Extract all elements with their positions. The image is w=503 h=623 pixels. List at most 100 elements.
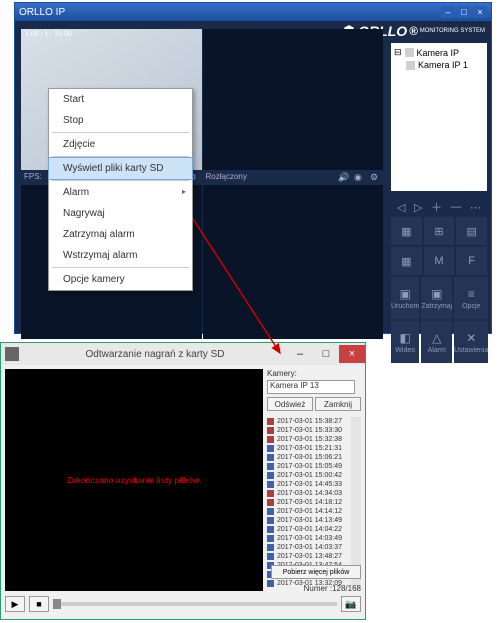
list-item[interactable]: 2017-03-01 15:21:31 (267, 444, 351, 453)
slider-thumb[interactable] (53, 599, 61, 609)
minimize-button[interactable]: – (441, 6, 455, 18)
record-icon[interactable]: ◉ (354, 172, 364, 182)
list-item[interactable]: 2017-03-01 13:48:27 (267, 552, 351, 561)
ctx-alarm[interactable]: Alarm (49, 182, 192, 203)
ctx-stop[interactable]: Stop (49, 110, 192, 131)
stop-button[interactable]: ▣Zatrzymaj (421, 277, 452, 319)
ctx-pause-alarm[interactable]: Wstrzymaj alarm (49, 245, 192, 266)
video-button[interactable]: ◧Wideo (391, 321, 419, 363)
sd-playback-window: Odtwarzanie nagrań z karty SD – □ × Zako… (0, 342, 366, 620)
context-menu: Start Stop Zdjęcie Wyświetl pliki karty … (48, 88, 193, 291)
maximize-button[interactable]: □ (457, 6, 471, 18)
playback-preview[interactable]: Zakończono uzyskanie listy plików. (5, 369, 263, 591)
zoom-in-icon[interactable]: ＋ (431, 199, 442, 215)
file-icon (267, 508, 274, 515)
stop-playback-button[interactable]: ■ (29, 596, 49, 612)
ctx-stop-alarm[interactable]: Zatrzymaj alarm (49, 224, 192, 245)
file-icon (267, 463, 274, 470)
tree-child[interactable]: Kamera IP 1 (406, 59, 484, 71)
camera-tree[interactable]: ⊟Kamera IP Kamera IP 1 (391, 43, 487, 191)
grid-layout-1[interactable]: ⊞ (424, 217, 455, 245)
close-button[interactable]: × (473, 6, 487, 18)
list-item[interactable]: 2017-03-01 14:45:33 (267, 480, 351, 489)
right-toolbar: ◁ ▷ ＋ — ⋯ ▦⊞▤ ▦MF ▣Uruchom ▣Zatrzymaj ≡Op… (391, 197, 487, 363)
win2-title-text: Odtwarzanie nagrań z karty SD (23, 349, 287, 360)
file-timestamp: 2017-03-01 14:18:12 (277, 499, 342, 506)
grid-layout-5[interactable]: F (456, 247, 487, 275)
window-icon (5, 347, 19, 361)
list-item[interactable]: 2017-03-01 15:38:27 (267, 417, 351, 426)
list-item[interactable]: 2017-03-01 15:06:21 (267, 453, 351, 462)
list-item[interactable]: 2017-03-01 14:03:49 (267, 534, 351, 543)
grid-layout-0[interactable]: ▦ (391, 217, 422, 245)
titlebar[interactable]: ORLLO IP – □ × (15, 3, 491, 21)
list-item[interactable]: 2017-03-01 14:04:22 (267, 525, 351, 534)
ctx-snapshot[interactable]: Zdjęcie (49, 134, 192, 155)
grid-layout-4[interactable]: M (424, 247, 455, 275)
nav-prev-icon[interactable]: ◁ (397, 201, 405, 214)
list-item[interactable]: 2017-03-01 14:18:12 (267, 498, 351, 507)
file-timestamp: 2017-03-01 14:04:22 (277, 526, 342, 533)
play-button[interactable]: ▶ (5, 596, 25, 612)
snapshot-button[interactable]: 📷 (341, 596, 361, 612)
main-window: ORLLO IP – □ × ORLLO® MONITORING SYSTEM … (14, 2, 492, 334)
gear-icon[interactable]: ⚙ (370, 172, 380, 182)
win2-maximize[interactable]: □ (313, 345, 339, 363)
grid-layout-2[interactable]: ▤ (456, 217, 487, 245)
list-item[interactable]: 2017-03-01 15:00:42 (267, 471, 351, 480)
zoom-out-icon[interactable]: — (450, 201, 461, 213)
file-list[interactable]: 2017-03-01 15:38:272017-03-01 15:33:3020… (267, 417, 361, 587)
list-item[interactable]: 2017-03-01 14:34:03 (267, 489, 351, 498)
file-icon (267, 526, 274, 533)
title-text: ORLLO IP (19, 7, 65, 18)
ctx-start[interactable]: Start (49, 89, 192, 110)
close-panel-button[interactable]: Zamknij (315, 397, 361, 411)
list-item[interactable]: 2017-03-01 15:33:30 (267, 426, 351, 435)
playback-slider[interactable] (53, 602, 337, 606)
cell-statusbar: Rozłączony 🔊 ◉ ⚙ (203, 170, 384, 184)
file-icon (267, 427, 274, 434)
camera-select[interactable]: Kamera IP 13 (267, 380, 355, 394)
fps-label: FPS: (24, 172, 42, 181)
settings-button[interactable]: ✕Ustawienia (454, 321, 488, 363)
file-icon (267, 544, 274, 551)
file-timestamp: 2017-03-01 15:38:27 (277, 418, 342, 425)
grid-layout-3[interactable]: ▦ (391, 247, 422, 275)
more-icon[interactable]: ⋯ (470, 201, 481, 214)
file-icon (267, 445, 274, 452)
alarm-icon: △ (432, 331, 441, 345)
file-icon (267, 535, 274, 542)
options-button[interactable]: ≡Opcje (454, 277, 488, 319)
camera-icon (405, 48, 414, 57)
refresh-button[interactable]: Odśwież (267, 397, 313, 411)
list-item[interactable]: 2017-03-01 15:32:38 (267, 435, 351, 444)
list-item[interactable]: 2017-03-01 15:05:49 (267, 462, 351, 471)
scrollbar-thumb[interactable] (353, 427, 359, 457)
ctx-camera-options[interactable]: Opcje kamery (49, 269, 192, 290)
file-icon (267, 499, 274, 506)
file-timestamp: 2017-03-01 14:13:49 (277, 517, 342, 524)
file-timestamp: 2017-03-01 14:03:49 (277, 535, 342, 542)
run-button[interactable]: ▣Uruchom (391, 277, 419, 319)
camera-icon (406, 61, 415, 70)
ctx-sd-files[interactable]: Wyświetl pliki karty SD (48, 157, 193, 180)
download-more-button[interactable]: Pobierz więcej plików (271, 565, 361, 579)
tree-root[interactable]: ⊟Kamera IP (394, 46, 484, 59)
win2-close[interactable]: × (339, 345, 365, 363)
video-icon: ◧ (400, 331, 411, 345)
alarm-button[interactable]: △Alarm (421, 321, 452, 363)
options-icon: ≡ (468, 287, 475, 301)
win2-minimize[interactable]: – (287, 345, 313, 363)
file-timestamp: 2017-03-01 15:06:21 (277, 454, 342, 461)
list-item[interactable]: 2017-03-01 14:03:37 (267, 543, 351, 552)
file-timestamp: 2017-03-01 14:34:03 (277, 490, 342, 497)
ctx-record[interactable]: Nagrywaj (49, 203, 192, 224)
video-cell-2[interactable]: Rozłączony 🔊 ◉ ⚙ (203, 29, 384, 184)
video-cell-4[interactable] (203, 185, 384, 340)
win2-titlebar[interactable]: Odtwarzanie nagrań z karty SD – □ × (1, 343, 365, 365)
list-item[interactable]: 2017-03-01 14:14:12 (267, 507, 351, 516)
audio-icon[interactable]: 🔊 (338, 172, 348, 182)
nav-next-icon[interactable]: ▷ (414, 201, 422, 214)
run-icon: ▣ (400, 287, 411, 301)
list-item[interactable]: 2017-03-01 14:13:49 (267, 516, 351, 525)
